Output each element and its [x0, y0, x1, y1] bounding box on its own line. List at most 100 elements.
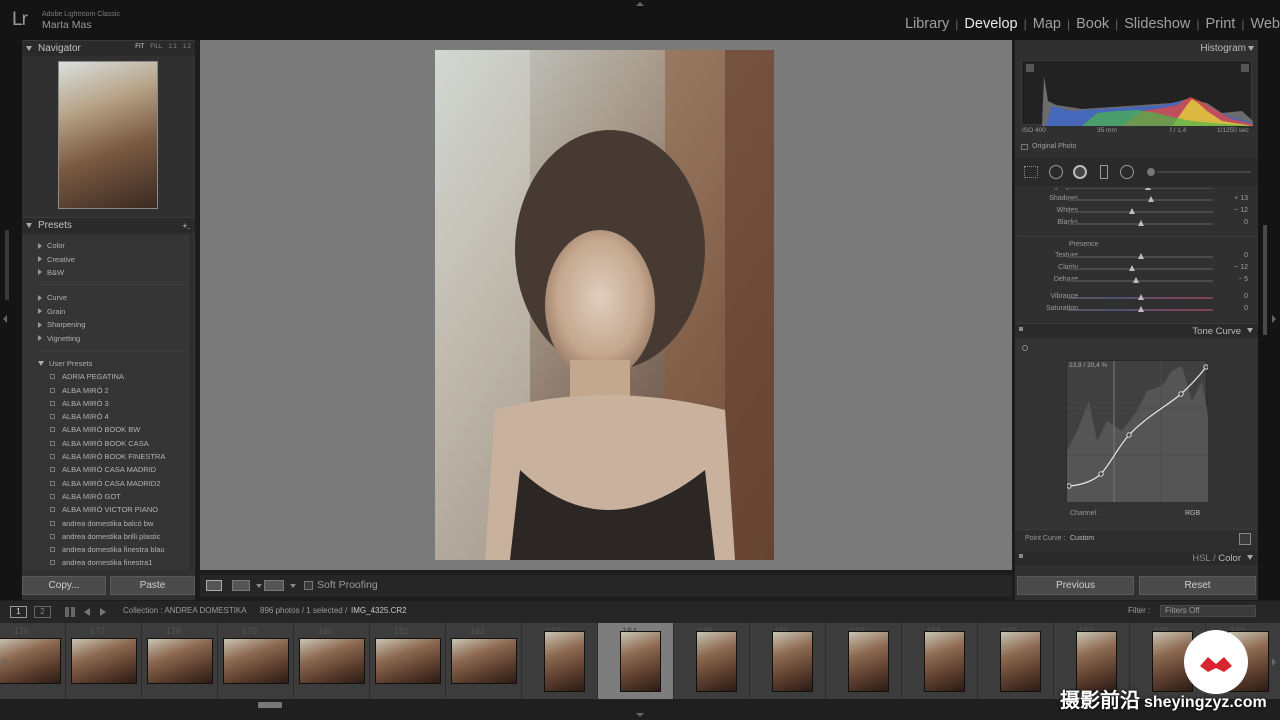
zoom-1-2[interactable]: 1:2 — [183, 44, 191, 50]
edit-point-curve-icon[interactable] — [1239, 533, 1251, 545]
filmstrip-cell[interactable]: 177 — [66, 623, 142, 699]
user-preset-item[interactable]: ALBA MIRÓ GOT — [22, 490, 195, 503]
crop-icon[interactable] — [1024, 166, 1038, 178]
user-preset-item[interactable]: ADRIA PEGATINA — [22, 370, 195, 383]
vibrance-value[interactable]: 0 — [1244, 293, 1248, 300]
brush-icon[interactable] — [1147, 168, 1155, 176]
zoom-fill[interactable]: FILL — [150, 44, 162, 50]
highlights-value[interactable]: + 8 — [1238, 188, 1248, 190]
reset-button[interactable]: Reset — [1139, 576, 1256, 595]
right-panel-toggle-icon[interactable] — [1272, 315, 1276, 323]
user-preset-item[interactable]: ALBA MIRÓ BOOK BW — [22, 423, 195, 436]
back-arrow-icon[interactable] — [84, 608, 90, 616]
highlights-track[interactable] — [1068, 188, 1213, 189]
dehaze-value[interactable]: − 5 — [1238, 276, 1248, 283]
user-preset-item[interactable]: ALBA MIRÓ CASA MADRID — [22, 463, 195, 476]
before-after-menu-icon[interactable] — [256, 584, 262, 588]
hsl-tab[interactable]: HSL — [1192, 553, 1210, 564]
filmstrip-cell[interactable]: 189 — [978, 623, 1054, 699]
paste-settings-button[interactable]: Paste — [110, 576, 195, 595]
filmstrip-cell[interactable]: 187 — [826, 623, 902, 699]
radial-filter-icon[interactable] — [1120, 165, 1134, 179]
filmstrip-right-icon[interactable] — [1272, 658, 1276, 666]
navigator-header[interactable]: Navigator FIT FILL 1:1 1:2 — [22, 40, 195, 56]
collection-name[interactable]: Collection : ANDREA DOMESTIKA — [123, 606, 247, 615]
blacks-value[interactable]: 0 — [1244, 219, 1248, 226]
add-preset-icon[interactable]: +. — [182, 221, 190, 231]
top-panel-toggle-icon[interactable] — [636, 2, 644, 6]
preset-group-bw[interactable]: B&W — [22, 266, 195, 279]
second-window-button[interactable]: 2 — [34, 606, 51, 618]
panel-switch-icon[interactable] — [1019, 327, 1023, 331]
presets-scrollbar[interactable] — [190, 235, 193, 570]
filmstrip-cell[interactable]: 176 — [0, 623, 66, 699]
preset-group-vignetting[interactable]: Vignetting — [22, 331, 195, 344]
highlights-thumb[interactable] — [1144, 188, 1151, 190]
module-web[interactable]: Web — [1244, 16, 1280, 32]
user-preset-item[interactable]: ALBA MIRÓ BOOK FINESTRA — [22, 450, 195, 463]
forward-arrow-icon[interactable] — [100, 608, 106, 616]
tone-curve-graph[interactable]: 23,9 / 20,4 % — [1066, 360, 1209, 502]
preset-group-creative[interactable]: Creative — [22, 252, 195, 265]
graduated-filter-icon[interactable] — [1100, 165, 1108, 179]
red-eye-icon[interactable] — [1073, 165, 1087, 179]
dehaze-track[interactable] — [1068, 280, 1213, 282]
zoom-1-1[interactable]: 1:1 — [168, 44, 176, 50]
selected-filename[interactable]: IMG_4325.CR2 — [351, 606, 407, 615]
shadows-value[interactable]: + 13 — [1234, 195, 1248, 202]
filmstrip-cell[interactable]: 180 — [294, 623, 370, 699]
filmstrip-cell[interactable]: 179 — [218, 623, 294, 699]
filmstrip-cell[interactable]: 178 — [142, 623, 218, 699]
filter-select[interactable]: Filters Off — [1160, 605, 1256, 617]
swap-icon[interactable] — [264, 580, 284, 591]
color-tab[interactable]: Color — [1218, 553, 1241, 564]
user-preset-item[interactable]: ALBA MIRÓ 3 — [22, 397, 195, 410]
filmstrip-cell[interactable]: 185 — [674, 623, 750, 699]
right-scrollbar[interactable] — [1263, 225, 1267, 335]
shadows-track[interactable] — [1068, 199, 1213, 201]
user-preset-item[interactable]: ALBA MIRÓ 2 — [22, 383, 195, 396]
module-slideshow[interactable]: Slideshow — [1118, 16, 1196, 32]
whites-track[interactable] — [1068, 211, 1213, 213]
module-book[interactable]: Book — [1070, 16, 1115, 32]
presets-header[interactable]: Presets +. — [22, 217, 195, 233]
saturation-value[interactable]: 0 — [1244, 305, 1248, 312]
zoom-fit[interactable]: FIT — [135, 44, 144, 50]
bottom-panel-toggle-icon[interactable] — [636, 713, 644, 717]
filmstrip-cell[interactable]: 184 — [598, 623, 674, 699]
spot-removal-icon[interactable] — [1049, 165, 1063, 179]
collapse-icon[interactable] — [1248, 46, 1254, 51]
grid-view-icon[interactable] — [65, 607, 75, 617]
filmstrip-cell[interactable]: 186 — [750, 623, 826, 699]
preset-group-color[interactable]: Color — [22, 239, 195, 252]
blacks-thumb[interactable] — [1137, 220, 1144, 226]
filmstrip-cell[interactable]: 183 — [522, 623, 598, 699]
user-preset-item[interactable]: andrea domestika brilli plastic — [22, 530, 195, 543]
swap-menu-icon[interactable] — [290, 584, 296, 588]
tone-curve-header[interactable]: Tone Curve — [1015, 323, 1258, 337]
histogram-title[interactable]: Histogram — [1200, 43, 1246, 54]
user-preset-item[interactable]: ALBA MIRÓ BOOK CASA — [22, 437, 195, 450]
original-photo-checkbox[interactable] — [1021, 144, 1028, 150]
navigator-preview[interactable] — [58, 61, 158, 209]
loupe-view-icon[interactable] — [206, 580, 222, 591]
texture-thumb[interactable] — [1137, 253, 1144, 259]
main-window-button[interactable]: 1 — [10, 606, 27, 618]
user-preset-item[interactable]: ALBA MIRÓ VICTOR PIANO — [22, 503, 195, 516]
left-panel-toggle-icon[interactable] — [3, 315, 7, 323]
soft-proofing-checkbox[interactable] — [304, 581, 313, 590]
preset-group-sharpening[interactable]: Sharpening — [22, 318, 195, 331]
left-scrollbar[interactable] — [5, 230, 9, 300]
saturation-thumb[interactable] — [1137, 306, 1144, 312]
user-preset-item[interactable]: andrea domestika finestra1 — [22, 556, 195, 569]
targeted-adjustment-icon[interactable] — [1022, 345, 1028, 351]
filmstrip-cell[interactable]: 182 — [446, 623, 522, 699]
collapse-icon[interactable] — [1247, 328, 1253, 333]
texture-value[interactable]: 0 — [1244, 252, 1248, 259]
before-after-icon[interactable] — [232, 580, 250, 591]
user-preset-item[interactable]: andrea domestika finestra blau — [22, 543, 195, 556]
channel-select[interactable]: RGB — [1185, 510, 1200, 517]
preset-group-user[interactable]: User Presets — [22, 357, 195, 370]
dehaze-thumb[interactable] — [1133, 277, 1140, 283]
module-print[interactable]: Print — [1199, 16, 1241, 32]
